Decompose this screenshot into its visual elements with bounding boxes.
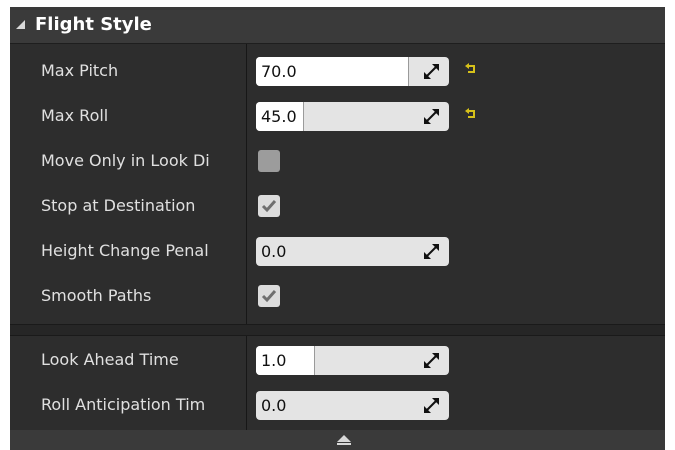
property-label: Look Ahead Time [41, 350, 179, 369]
collapse-triangle-icon[interactable] [16, 20, 25, 29]
property-label: Stop at Destination [41, 196, 196, 215]
spinbox-value: 0.0 [261, 242, 287, 261]
property-row-stop-at-destination: Stop at Destination [10, 183, 665, 228]
property-label: Roll Anticipation Tim [41, 395, 206, 414]
reset-to-default-icon[interactable] [464, 62, 478, 76]
property-row-max-pitch: Max Pitch 70.0 [10, 48, 665, 93]
property-label: Move Only in Look Di [41, 151, 210, 170]
reset-to-default-icon[interactable] [464, 107, 478, 121]
property-row-look-ahead-time: Look Ahead Time 1.0 [10, 337, 665, 382]
move-only-checkbox[interactable] [258, 150, 280, 172]
resize-arrows-icon[interactable] [424, 109, 439, 124]
advanced-separator [10, 324, 665, 336]
property-row-smooth-paths: Smooth Paths [10, 273, 665, 318]
resize-arrows-icon[interactable] [424, 398, 439, 413]
advanced-expander-bar[interactable] [10, 430, 665, 450]
property-row-move-only-in-look-direction: Move Only in Look Di [10, 138, 665, 183]
spinbox-value: 70.0 [261, 62, 297, 81]
spinbox-value: 0.0 [261, 396, 287, 415]
spinbox-value: 45.0 [261, 107, 297, 126]
max-pitch-spinbox[interactable]: 70.0 [256, 57, 449, 86]
details-panel: Flight Style Max Pitch 70.0 Max Roll 45.… [10, 7, 665, 450]
checkmark-icon [261, 290, 277, 303]
smooth-paths-checkbox[interactable] [258, 285, 280, 307]
section-title: Flight Style [35, 14, 152, 35]
property-row-height-change-penalty: Height Change Penal 0.0 [10, 228, 665, 273]
resize-arrows-icon[interactable] [424, 353, 439, 368]
checkmark-icon [261, 200, 277, 213]
look-ahead-time-spinbox[interactable]: 1.0 [256, 346, 449, 375]
stop-at-destination-checkbox[interactable] [258, 195, 280, 217]
property-label: Height Change Penal [41, 241, 209, 260]
property-label: Max Pitch [41, 61, 119, 80]
resize-arrows-icon[interactable] [424, 244, 439, 259]
max-roll-spinbox[interactable]: 45.0 [256, 102, 449, 131]
roll-anticipation-time-spinbox[interactable]: 0.0 [256, 391, 449, 420]
spinbox-value: 1.0 [261, 351, 287, 370]
property-row-roll-anticipation-time: Roll Anticipation Tim 0.0 [10, 382, 665, 427]
advanced-expand-icon[interactable] [336, 434, 352, 446]
height-change-penalty-spinbox[interactable]: 0.0 [256, 237, 449, 266]
resize-arrows-icon[interactable] [424, 64, 439, 79]
section-header[interactable]: Flight Style [10, 7, 665, 44]
property-row-max-roll: Max Roll 45.0 [10, 93, 665, 138]
property-label: Max Roll [41, 106, 109, 125]
property-label: Smooth Paths [41, 286, 152, 305]
